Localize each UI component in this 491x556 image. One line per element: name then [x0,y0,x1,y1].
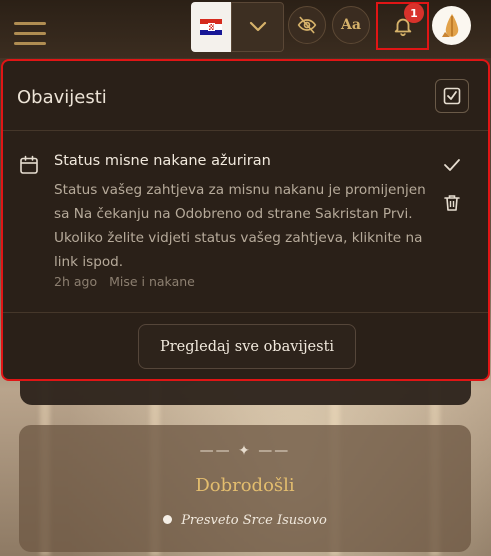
parish-name: Presveto Srce Isusovo [19,513,471,528]
praying-hands-icon [441,13,458,37]
language-dropdown-button[interactable] [231,2,284,52]
mark-read-button[interactable] [440,153,464,177]
menu-icon[interactable] [14,22,46,48]
delete-notification-button[interactable] [440,191,464,215]
notification-category: Mise i nakane [109,274,195,289]
notification-item[interactable]: Status misne nakane ažuriran Status vaše… [3,131,488,313]
mark-all-read-button[interactable] [435,79,469,113]
avatar[interactable] [432,6,471,45]
notification-count-badge: 1 [404,3,424,23]
language-button[interactable] [191,2,231,52]
chevron-down-icon [249,21,266,32]
ornament-divider: —— ✦ —— [199,443,291,459]
font-size-label: Aa [341,17,361,33]
croatia-flag-icon [200,19,222,35]
calendar-icon [20,155,38,174]
notification-title: Status misne nakane ažuriran [54,153,271,169]
notifications-button[interactable]: 1 [376,2,429,50]
welcome-card: —— ✦ —— Dobrodošli Presveto Srce Isusovo [19,425,471,552]
top-bar: Aa 1 [0,0,491,58]
check-icon [444,159,460,171]
view-all-notifications-button[interactable]: Pregledaj sve obavijesti [138,324,356,369]
notification-body: Status vašeg zahtjeva za misnu nakanu je… [54,182,426,270]
eye-off-icon [297,16,317,34]
welcome-title: Dobrodošli [195,475,295,496]
notifications-panel: Obavijesti Status misne nakane ažuriran … [1,59,490,381]
notification-meta: 2h ago Mise i nakane [54,274,195,289]
panel-title: Obavijesti [17,87,107,108]
panel-header: Obavijesti [3,61,488,131]
hide-visibility-button[interactable] [288,6,326,44]
status-dot-icon [163,515,173,524]
checkbox-check-icon [443,87,461,105]
notification-time: 2h ago [54,274,98,289]
trash-icon [444,195,460,211]
font-size-button[interactable]: Aa [332,6,370,44]
parish-label: Presveto Srce Isusovo [181,513,327,528]
